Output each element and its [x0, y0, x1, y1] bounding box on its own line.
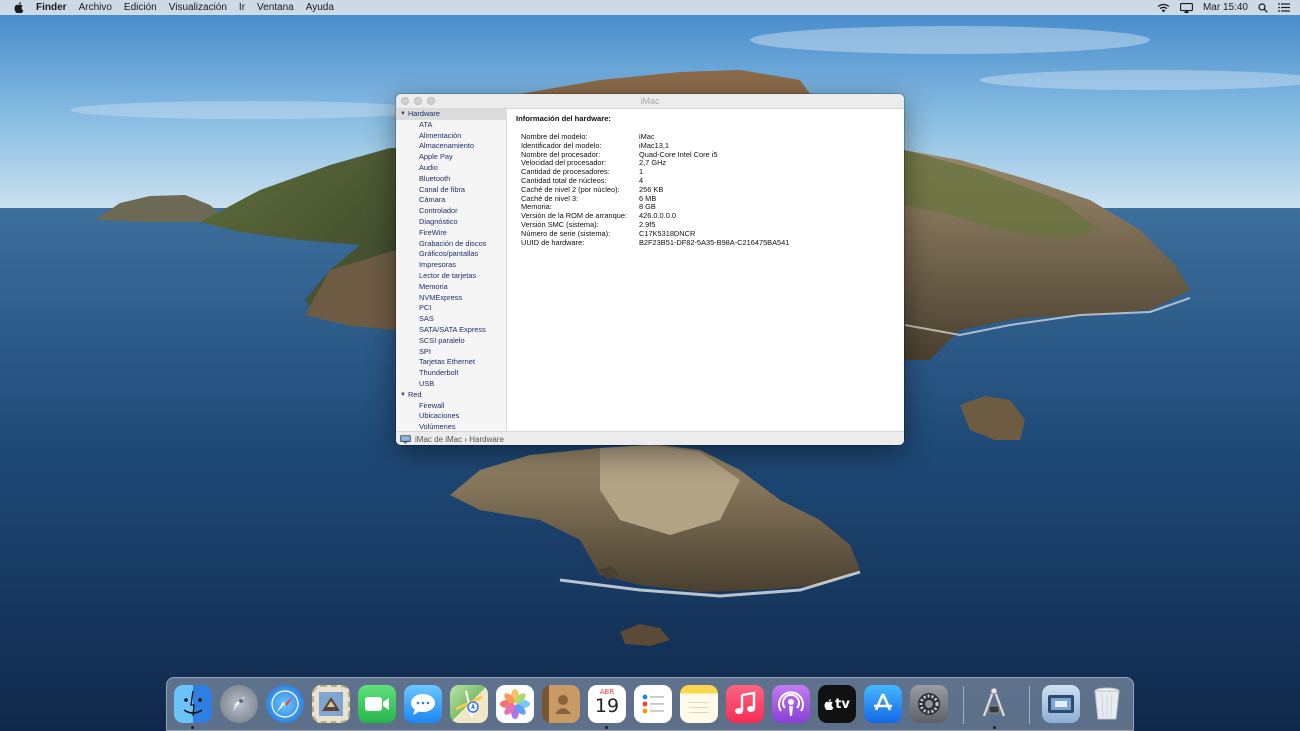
clock-text[interactable]: Mar 15:40 [1203, 2, 1248, 13]
dock: ABR 19 tv [166, 677, 1134, 731]
sidebar-item-ata[interactable]: ATA [396, 120, 506, 131]
calendar-day: 19 [594, 695, 620, 717]
airplay-icon[interactable] [1180, 2, 1193, 13]
sidebar-item-lector-de-tarjetas[interactable]: Lector de tarjetas [396, 271, 506, 282]
podcasts-icon[interactable] [772, 685, 810, 723]
sidebar-item-volumenes[interactable]: Volúmenes [396, 422, 506, 431]
sidebar-item-firewall[interactable]: Firewall [396, 401, 506, 412]
downloads-folder-icon[interactable] [1042, 685, 1080, 723]
system-preferences-icon[interactable] [910, 685, 948, 723]
dock-separator [963, 686, 964, 724]
path-text[interactable]: iMac de iMac › Hardware [415, 435, 504, 444]
facetime-icon[interactable] [358, 685, 396, 723]
system-information-window: iMac ▼ Hardware ATA Alimentación Almacen… [396, 94, 904, 445]
sidebar-item-usb[interactable]: USB [396, 379, 506, 390]
sidebar-item-scsi-paralelo[interactable]: SCSI paralelo [396, 336, 506, 347]
info-value: 2,7 GHz [639, 158, 667, 168]
menu-ayuda[interactable]: Ayuda [306, 0, 334, 15]
sidebar-item-controlador[interactable]: Controlador [396, 206, 506, 217]
photos-icon[interactable] [496, 685, 534, 723]
maps-icon[interactable] [450, 685, 488, 723]
launchpad-icon[interactable] [220, 685, 258, 723]
sidebar-item-grabacion-de-discos[interactable]: Grabación de discos [396, 239, 506, 250]
sidebar-item-sata[interactable]: SATA/SATA Express [396, 325, 506, 336]
info-value: B2F23B51-DF82-5A35-B98A-C216475BA541 [639, 237, 790, 247]
sidebar-section-hardware[interactable]: ▼ Hardware [396, 109, 506, 120]
sidebar-item-impresoras[interactable]: Impresoras [396, 260, 506, 271]
messages-icon[interactable] [404, 685, 442, 723]
path-bar: iMac de iMac › Hardware [396, 431, 904, 445]
sidebar-item-spi[interactable]: SPI [396, 347, 506, 358]
apple-tv-icon[interactable]: tv [818, 685, 856, 723]
sidebar-item-pci[interactable]: PCI [396, 303, 506, 314]
menu-ventana[interactable]: Ventana [257, 0, 294, 15]
running-indicator [605, 726, 608, 729]
app-store-icon[interactable] [864, 685, 902, 723]
sidebar-item-graficos-pantallas[interactable]: Gráficos/pantallas [396, 249, 506, 260]
sidebar-item-sas[interactable]: SAS [396, 314, 506, 325]
mail-stamp-icon[interactable] [312, 685, 350, 723]
sidebar-section-label: Hardware [407, 109, 440, 118]
disclosure-triangle-icon[interactable]: ▼ [400, 390, 406, 401]
running-indicator [191, 726, 194, 729]
info-row: UUID de hardware: B2F23B51-DF82-5A35-B98A… [521, 237, 790, 248]
detail-heading: Información del hardware: [516, 114, 611, 123]
trash-icon[interactable] [1088, 685, 1126, 723]
dock-separator [1029, 686, 1030, 724]
sidebar-item-apple-pay[interactable]: Apple Pay [396, 152, 506, 163]
menu-visualizacion[interactable]: Visualización [169, 0, 227, 15]
hardware-info-list: Nombre del modelo: iMac Identificador del… [521, 132, 790, 248]
sidebar-item-thunderbolt[interactable]: Thunderbolt [396, 368, 506, 379]
wifi-icon[interactable] [1157, 3, 1170, 13]
finder-icon[interactable] [174, 685, 212, 723]
sidebar-section-label: Red [407, 389, 422, 399]
sidebar-item-diagnostico[interactable]: Diagnóstico [396, 217, 506, 228]
sidebar-item-camara[interactable]: Cámara [396, 195, 506, 206]
sidebar-item-audio[interactable]: Audio [396, 163, 506, 174]
sidebar-item-nvmexpress[interactable]: NVMExpress [396, 293, 506, 304]
computer-icon [400, 434, 411, 444]
menu-ir[interactable]: Ir [239, 0, 245, 15]
sidebar-item-firewire[interactable]: FireWire [396, 228, 506, 239]
search-icon[interactable] [1258, 2, 1268, 13]
sidebar-section-red[interactable]: ▼ Red [396, 390, 506, 401]
menu-archivo[interactable]: Archivo [79, 0, 112, 15]
menu-edicion[interactable]: Edición [124, 0, 157, 15]
apple-icon[interactable] [12, 0, 26, 15]
sidebar-item-almacenamiento[interactable]: Almacenamiento [396, 141, 506, 152]
menu-finder[interactable]: Finder [36, 0, 67, 15]
safari-icon[interactable] [266, 685, 304, 723]
sidebar: ▼ Hardware ATA Alimentación Almacenamien… [396, 109, 507, 431]
notes-icon[interactable] [680, 685, 718, 723]
running-indicator [993, 726, 996, 729]
window-titlebar[interactable]: iMac [396, 94, 904, 109]
sidebar-item-tarjetas-ethernet[interactable]: Tarjetas Ethernet [396, 357, 506, 368]
sidebar-item-canal-de-fibra[interactable]: Canal de fibra [396, 185, 506, 196]
sidebar-item-alimentacion[interactable]: Alimentación [396, 131, 506, 142]
music-icon[interactable] [726, 685, 764, 723]
disclosure-triangle-icon[interactable]: ▼ [400, 109, 406, 120]
sidebar-item-bluetooth[interactable]: Bluetooth [396, 174, 506, 185]
contacts-icon[interactable] [542, 685, 580, 723]
calendar-icon[interactable]: ABR 19 [588, 685, 626, 723]
system-information-icon[interactable] [975, 685, 1013, 723]
window-title: iMac [640, 96, 660, 106]
detail-pane: Información del hardware: Nombre del mod… [507, 109, 904, 431]
control-center-icon[interactable] [1278, 3, 1290, 12]
sidebar-item-memoria[interactable]: Memoria [396, 282, 506, 293]
sidebar-item-ubicaciones[interactable]: Ubicaciones [396, 411, 506, 422]
apple-tv-label: tv [835, 696, 850, 712]
reminders-icon[interactable] [634, 685, 672, 723]
info-key: UUID de hardware: [521, 237, 585, 247]
menu-bar: Finder Archivo Edición Visualización Ir … [0, 0, 1300, 15]
